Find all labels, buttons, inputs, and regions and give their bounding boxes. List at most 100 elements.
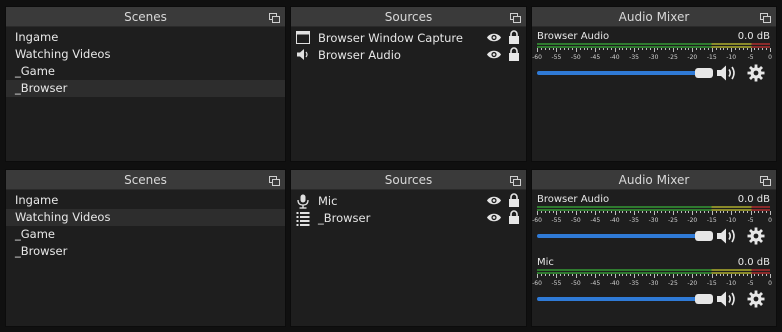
meter-tick [723, 48, 725, 50]
meter-tick [762, 274, 764, 276]
eye-icon[interactable] [486, 32, 502, 43]
meter-tick [575, 274, 577, 278]
meter-tick [537, 211, 538, 215]
scene-item[interactable]: _Game [6, 63, 285, 80]
scene-item[interactable]: _Browser [6, 243, 285, 260]
meter-tick [703, 274, 705, 276]
source-item[interactable]: Browser Audio [291, 46, 526, 63]
meter-tick [703, 211, 705, 213]
meter-scale-label: -50 [570, 54, 581, 61]
volume-slider-handle[interactable] [695, 294, 713, 304]
meter-scale-label: -15 [706, 280, 717, 287]
scene-item[interactable]: Watching Videos [6, 46, 285, 63]
volume-slider[interactable] [537, 231, 713, 241]
meter-tick [610, 211, 612, 213]
sources-header: Sources [291, 7, 526, 27]
scene-item[interactable]: Ingame [6, 192, 285, 209]
lock-icon[interactable] [508, 47, 520, 61]
speaker-mute-icon[interactable] [716, 64, 738, 82]
meter-tick [700, 274, 702, 276]
meter-tick [634, 48, 636, 52]
source-item[interactable]: Mic [291, 192, 526, 209]
meter-tick [641, 48, 643, 50]
meter-tick [653, 274, 655, 278]
meter-tick [603, 211, 605, 213]
mixer-header: Audio Mixer [532, 170, 776, 190]
meter-tick [742, 211, 744, 213]
meter-scale-label: -55 [551, 217, 562, 224]
undock-icon[interactable] [510, 13, 521, 23]
lock-icon[interactable] [508, 30, 520, 44]
source-item[interactable]: _Browser [291, 209, 526, 226]
volume-slider-handle[interactable] [695, 231, 713, 241]
meter-tick [762, 211, 764, 213]
meter-tick [676, 48, 678, 50]
meter-tick [637, 48, 639, 50]
meter-tick [665, 274, 667, 276]
speaker-mute-icon[interactable] [716, 290, 738, 308]
scene-item[interactable]: _Game [6, 226, 285, 243]
gear-icon[interactable] [747, 64, 765, 82]
meter-tick [746, 48, 748, 50]
meter-scale-label: -30 [648, 217, 659, 224]
meter-scale-label: -60 [532, 280, 542, 287]
meter-scale-label: -50 [570, 217, 581, 224]
meter-scale-label: -50 [570, 280, 581, 287]
meter-tick [731, 274, 733, 278]
meter-tick [595, 48, 597, 52]
meter-scale-label: -35 [629, 280, 639, 287]
meter-tick [657, 48, 659, 50]
channel-db: 0.0 dB [737, 194, 770, 205]
meter-tick [657, 274, 659, 276]
source-item[interactable]: Browser Window Capture [291, 29, 526, 46]
meter-tick [738, 274, 740, 276]
meter-tick [735, 48, 737, 50]
meter-tick [614, 48, 616, 52]
meter-scale-label: -35 [629, 217, 639, 224]
undock-icon[interactable] [760, 13, 771, 23]
meter-tick [696, 274, 698, 276]
meter-tick [606, 211, 608, 213]
meter-tick [750, 211, 752, 215]
eye-icon[interactable] [486, 212, 502, 223]
eye-icon[interactable] [486, 49, 502, 60]
scene-item-selected[interactable]: _Browser [6, 80, 285, 97]
meter-scale-label: -45 [590, 217, 601, 224]
gear-icon[interactable] [747, 227, 765, 245]
volume-slider-handle[interactable] [695, 68, 713, 78]
meter-tick [746, 211, 748, 213]
meter-scale-label: -20 [687, 217, 698, 224]
meter-ticks [537, 211, 771, 216]
volume-slider[interactable] [537, 68, 713, 78]
meter-tick [703, 48, 705, 50]
meter-tick [711, 274, 713, 278]
meter-scale-label: -15 [706, 217, 717, 224]
speaker-mute-icon[interactable] [716, 227, 738, 245]
mixer-title: Audio Mixer [618, 172, 690, 187]
meter-tick [548, 48, 550, 50]
meter-tick [544, 274, 546, 276]
meter-tick [595, 211, 597, 215]
meter-scale-label: -5 [747, 280, 754, 287]
meter-tick [630, 211, 632, 213]
undock-icon[interactable] [510, 176, 521, 186]
scene-item-selected[interactable]: Watching Videos [6, 209, 285, 226]
gear-icon[interactable] [747, 290, 765, 308]
eye-icon[interactable] [486, 195, 502, 206]
meter-tick [548, 274, 550, 276]
meter-tick [637, 274, 639, 276]
undock-icon[interactable] [760, 176, 771, 186]
undock-icon[interactable] [269, 176, 280, 186]
scene-item[interactable]: Ingame [6, 29, 285, 46]
meter-tick [649, 48, 651, 50]
undock-icon[interactable] [269, 13, 280, 23]
meter-tick [587, 274, 589, 276]
audio-mixer-panel-bottom: Audio Mixer Browser Audio 0.0 dB -60 -55 -… [531, 169, 777, 327]
meter-tick [661, 48, 663, 50]
meter-tick [758, 48, 760, 50]
lock-icon[interactable] [508, 193, 520, 207]
meter-scale-label: -5 [747, 54, 754, 61]
volume-slider[interactable] [537, 294, 713, 304]
meter-ticks [537, 274, 771, 279]
lock-icon[interactable] [508, 210, 520, 224]
